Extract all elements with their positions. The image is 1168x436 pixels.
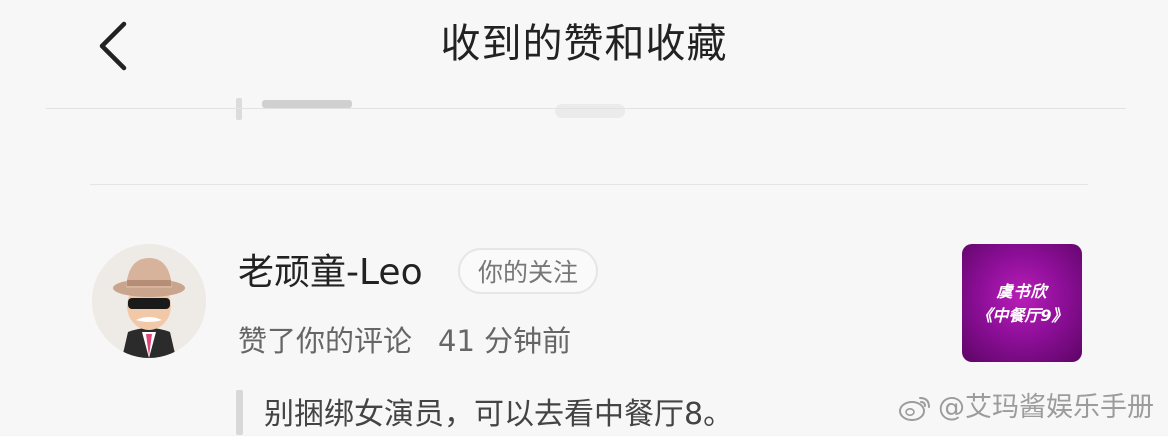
following-badge: 你的关注 (458, 248, 599, 294)
header-divider (46, 108, 1126, 109)
page-title: 收到的赞和收藏 (440, 21, 728, 67)
timestamp: 41 分钟前 (438, 324, 572, 358)
watermark-text: @艾玛酱娱乐手册 (938, 392, 1154, 423)
action-text: 赞了你的评论 (238, 324, 413, 358)
previous-quote-bar (236, 98, 242, 120)
quote-bar (236, 390, 243, 435)
quoted-comment[interactable]: 别捆绑女演员，可以去看中餐厅8。 (264, 394, 733, 436)
thumbnail-line-2: 《中餐厅9》 (976, 306, 1068, 325)
previous-quote-fragment (262, 94, 382, 114)
post-thumbnail[interactable]: 虞书欣 《中餐厅9》 (962, 244, 1082, 362)
weibo-logo-icon (899, 397, 930, 421)
screen: 收到的赞和收藏 老顽童-Leo 你的关注 赞了你的评论 41 分钟前 别捆绑女演… (0, 0, 1168, 435)
thumbnail-line-1: 虞书欣 (996, 282, 1048, 301)
avatar-cartoon-icon (92, 244, 206, 358)
avatar[interactable] (92, 244, 206, 358)
action-line: 赞了你的评论 41 分钟前 (238, 320, 571, 362)
username[interactable]: 老顽童-Leo (238, 248, 423, 298)
watermark: @艾玛酱娱乐手册 (898, 390, 1154, 426)
list-divider (90, 184, 1088, 185)
previous-item-fragment (555, 104, 625, 118)
header-bar: 收到的赞和收藏 (0, 0, 1168, 108)
